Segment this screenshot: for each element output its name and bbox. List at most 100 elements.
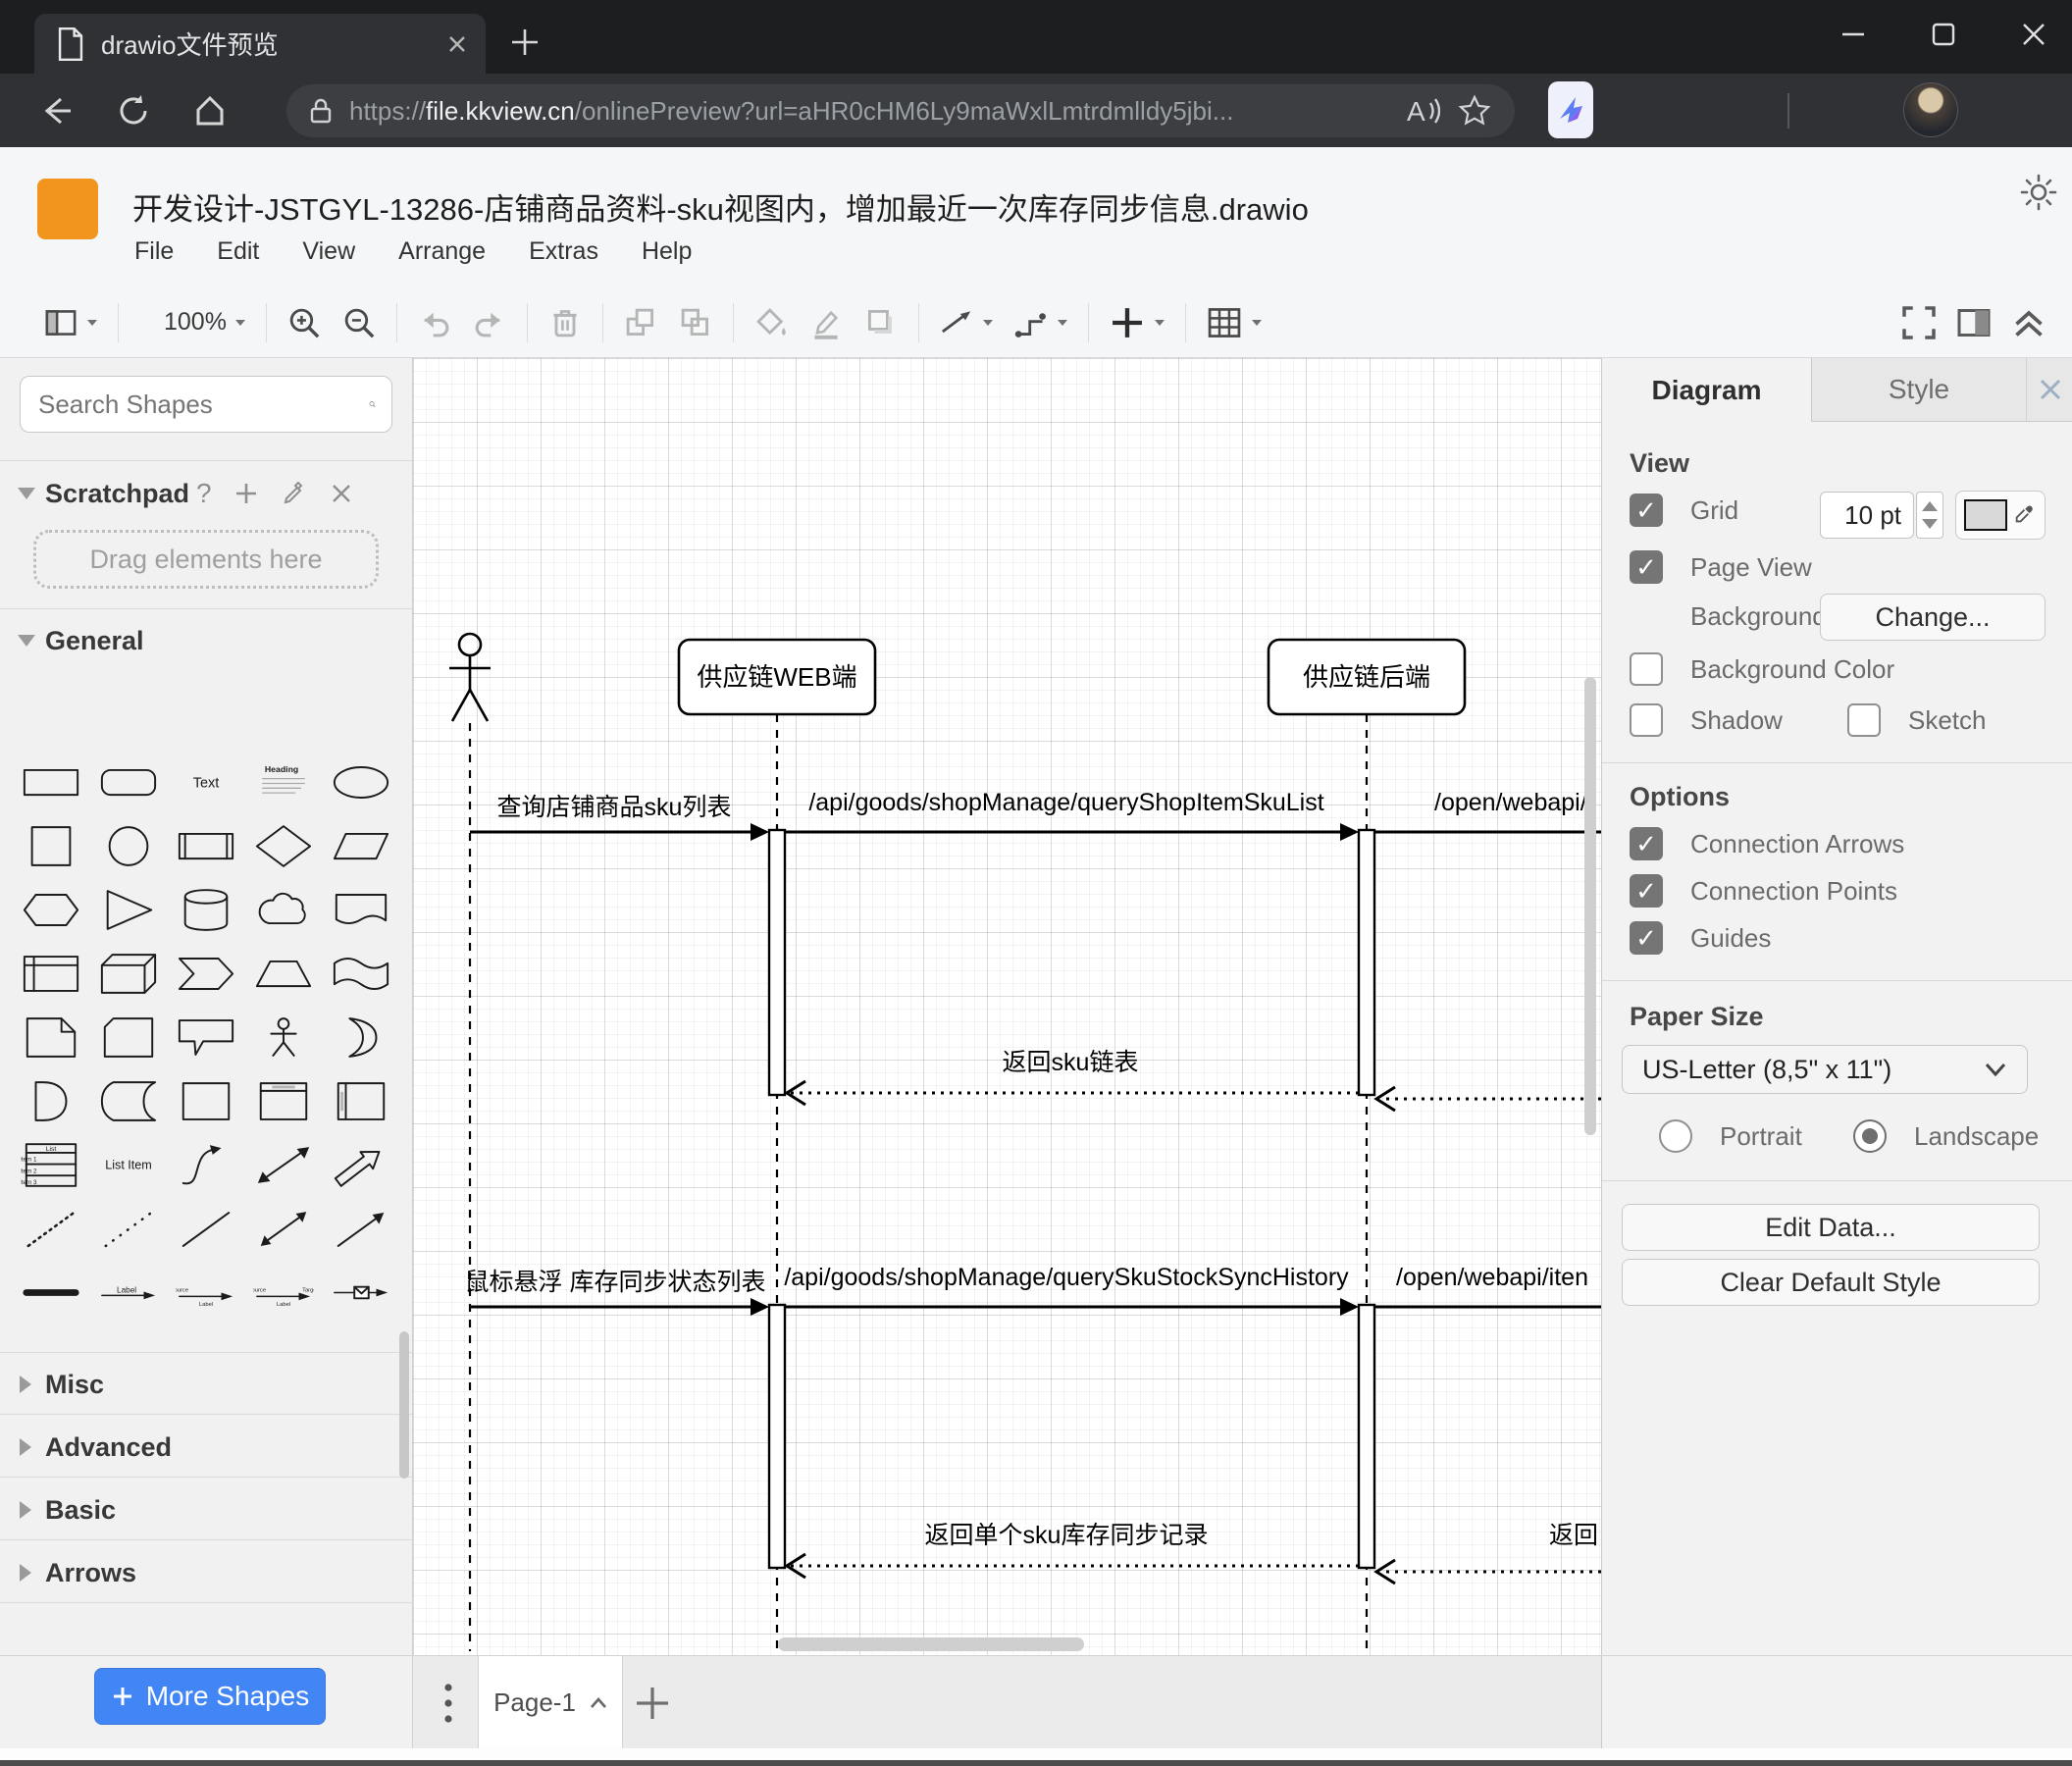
shape-curve[interactable] — [167, 1133, 244, 1197]
scratchpad-close-icon[interactable] — [330, 482, 353, 505]
shape-dotted-line[interactable] — [89, 1197, 167, 1261]
address-bar[interactable]: https://file.kkview.cn/onlinePreview?url… — [286, 84, 1515, 137]
paper-size-select[interactable]: US-Letter (8,5" x 11") — [1622, 1045, 2028, 1094]
shape-dashed-line[interactable] — [12, 1197, 89, 1261]
shape-and[interactable] — [12, 1069, 89, 1133]
shape-rectangle[interactable] — [12, 751, 89, 814]
more-shapes-button[interactable]: More Shapes — [94, 1668, 326, 1725]
fullscreen-icon[interactable] — [1899, 303, 1939, 342]
message-label[interactable]: 返回 — [1549, 1522, 1598, 1549]
page-tab[interactable]: Page-1 — [478, 1656, 623, 1749]
return-messages[interactable] — [790, 1091, 1601, 1574]
general-section[interactable]: General — [0, 615, 412, 666]
shape-text[interactable]: Text — [167, 751, 244, 814]
lifeline-backend-box[interactable]: 供应链后端 — [1267, 638, 1467, 716]
scratchpad-add-icon[interactable] — [233, 481, 259, 506]
shape-ellipse[interactable] — [323, 751, 400, 814]
guides-checkbox[interactable] — [1630, 921, 1663, 955]
shape-cloud[interactable] — [245, 878, 323, 942]
shape-data-storage[interactable] — [89, 1069, 167, 1133]
zoom-in-button[interactable] — [286, 305, 322, 340]
message-label[interactable]: 返回单个sku库存同步记录 — [925, 1522, 1209, 1549]
shape-cube[interactable] — [89, 942, 167, 1006]
shadow-button[interactable] — [863, 305, 899, 340]
favorite-star-icon[interactable] — [1456, 92, 1493, 130]
read-aloud-icon[interactable]: A — [1401, 93, 1440, 129]
zoom-out-button[interactable] — [341, 305, 377, 340]
shape-arrow-source-label[interactable]: Source Label — [167, 1261, 244, 1324]
menu-extras[interactable]: Extras — [529, 237, 598, 266]
tab-style[interactable]: Style — [1812, 358, 2026, 422]
shape-internal-storage[interactable] — [12, 942, 89, 1006]
shape-container[interactable] — [167, 1069, 244, 1133]
url-text[interactable]: https://file.kkview.cn/onlinePreview?url… — [349, 96, 1401, 127]
message-label[interactable]: /open/webapi/ — [1434, 789, 1587, 816]
menu-help[interactable]: Help — [642, 237, 692, 266]
message-label[interactable]: 鼠标悬浮 库存同步状态列表 — [465, 1269, 766, 1296]
collapse-arrow-icon[interactable] — [18, 488, 35, 499]
shape-note[interactable] — [12, 1006, 89, 1069]
shape-callout[interactable] — [167, 1006, 244, 1069]
page-tab-caret-icon[interactable] — [590, 1696, 607, 1709]
grid-checkbox[interactable] — [1630, 493, 1663, 527]
theme-toggle-icon[interactable] — [2019, 173, 2058, 212]
shape-line[interactable] — [167, 1197, 244, 1261]
shape-parallelogram[interactable] — [323, 814, 400, 878]
message-label[interactable]: 返回sku链表 — [1003, 1049, 1139, 1076]
table-button[interactable] — [1206, 304, 1263, 341]
message-label[interactable]: /api/goods/shopManage/queryShopItemSkuLi… — [808, 789, 1323, 816]
shape-vertical-container[interactable] — [245, 1069, 323, 1133]
shape-arrow[interactable] — [323, 1133, 400, 1197]
section-advanced[interactable]: Advanced — [0, 1422, 412, 1473]
menu-arrange[interactable]: Arrange — [398, 237, 486, 266]
delete-button[interactable] — [547, 305, 583, 340]
shape-link[interactable] — [12, 1261, 89, 1324]
search-icon[interactable] — [369, 390, 376, 419]
profile-avatar[interactable] — [1903, 82, 1958, 137]
shape-card[interactable] — [89, 1006, 167, 1069]
section-basic[interactable]: Basic — [0, 1484, 412, 1535]
back-icon[interactable] — [37, 91, 77, 130]
canvas-vertical-scrollbar[interactable] — [1584, 677, 1596, 1135]
shape-or[interactable] — [323, 1006, 400, 1069]
tab-close-icon[interactable] — [446, 33, 468, 55]
shape-heading[interactable]: Heading — [245, 751, 323, 814]
bird-extension-icon[interactable] — [1548, 81, 1593, 138]
to-back-button[interactable] — [678, 305, 713, 340]
sketch-checkbox[interactable] — [1847, 703, 1881, 737]
landscape-option[interactable]: Landscape — [1853, 1119, 2039, 1153]
page-view-checkbox[interactable] — [1630, 550, 1663, 584]
connection-arrows-checkbox[interactable] — [1630, 827, 1663, 860]
shape-actor[interactable] — [245, 1006, 323, 1069]
shape-arrow-source-label-target[interactable]: Source Label Target — [245, 1261, 323, 1324]
shape-document[interactable] — [323, 878, 400, 942]
menu-edit[interactable]: Edit — [217, 237, 259, 266]
shape-step[interactable] — [167, 942, 244, 1006]
insert-button[interactable] — [1109, 304, 1166, 341]
canvas-horizontal-scrollbar[interactable] — [778, 1637, 1084, 1651]
grid-size-stepper[interactable] — [1916, 492, 1943, 539]
shape-circle[interactable] — [89, 814, 167, 878]
shape-list[interactable]: List Item 1 Item 2 Item 3 — [12, 1133, 89, 1197]
panel-close-button[interactable] — [2026, 358, 2072, 422]
waypoints-button[interactable] — [1013, 305, 1068, 340]
background-color-checkbox[interactable] — [1630, 652, 1663, 686]
shadow-checkbox[interactable] — [1630, 703, 1663, 737]
shape-diamond[interactable] — [245, 814, 323, 878]
message-label[interactable]: /api/goods/shopManage/querySkuStockSyncH… — [784, 1264, 1349, 1291]
shape-triangle[interactable] — [89, 878, 167, 942]
fill-color-button[interactable] — [753, 305, 789, 340]
undo-button[interactable] — [417, 305, 452, 340]
background-change-button[interactable]: Change... — [1820, 594, 2046, 641]
actor-figure[interactable] — [449, 632, 491, 722]
shape-horizontal-container[interactable] — [323, 1069, 400, 1133]
shape-tape[interactable] — [323, 942, 400, 1006]
scratchpad-edit-icon[interactable] — [281, 480, 308, 507]
minimize-icon[interactable] — [1837, 18, 1870, 51]
shape-message-arrow[interactable] — [323, 1261, 400, 1324]
drawing-canvas[interactable]: 供应链WEB端 供应链后端 查询店铺商品sku列表 /api/goods/sho… — [413, 358, 1601, 1655]
home-icon[interactable] — [190, 91, 230, 130]
scratchpad-drop-area[interactable]: Drag elements here — [33, 530, 379, 589]
edit-data-button[interactable]: Edit Data... — [1622, 1204, 2040, 1251]
portrait-option[interactable]: Portrait — [1659, 1119, 1802, 1153]
